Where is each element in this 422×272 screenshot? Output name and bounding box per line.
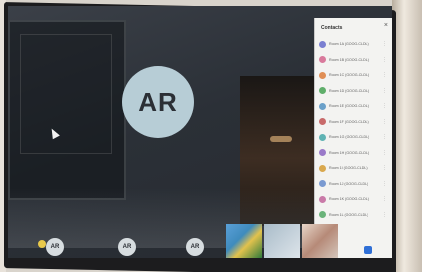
more-options-icon[interactable]: ⋮	[382, 165, 387, 171]
more-options-icon[interactable]: ⋮	[382, 196, 387, 202]
contact-avatar	[319, 164, 326, 172]
meeting-screen: AR Contacts × Room 1A (GOOG-CLDL) ⋮ Room 1…	[8, 6, 392, 258]
more-options-icon[interactable]: ⋮	[382, 150, 387, 156]
main-speaker-initials: AR	[138, 86, 178, 117]
contact-name: Room 1A (GOOG-CLDL)	[329, 42, 369, 46]
contact-avatar	[319, 195, 326, 203]
video-light-spot	[270, 136, 292, 142]
more-options-icon[interactable]: ⋮	[382, 119, 387, 125]
more-options-icon[interactable]: ⋮	[382, 57, 387, 63]
contact-item[interactable]: Room 1C (GOOG-CLDL) ⋮	[319, 69, 389, 81]
contact-item[interactable]: Room 1L (GOOG-CLDL) ⋮	[319, 209, 389, 221]
contact-avatar	[319, 133, 326, 141]
contact-item[interactable]: Room 1J (GOOG-CLDL) ⋮	[319, 178, 389, 190]
contact-avatar	[319, 40, 326, 48]
participant-thumbnail[interactable]: AR	[46, 238, 64, 256]
contact-name: Room 1F (GOOG-CLDL)	[329, 119, 369, 124]
contact-item[interactable]: Room 1D (GOOG-CLDL) ⋮	[319, 85, 389, 97]
contact-item[interactable]: Room 1G (GOOG-CLDL) ⋮	[319, 131, 389, 143]
close-icon[interactable]: ×	[384, 22, 388, 29]
participant-thumbnail[interactable]: AR	[186, 238, 204, 256]
contact-name: Room 1D (GOOG-CLDL)	[329, 88, 370, 93]
contact-name: Room 1L (GOOG-CLDL)	[329, 212, 369, 217]
more-options-icon[interactable]: ⋮	[382, 41, 387, 47]
more-options-icon[interactable]: ⋮	[382, 212, 387, 218]
status-dot	[38, 240, 46, 248]
participant-initials: AR	[50, 244, 60, 250]
contact-avatar	[319, 149, 326, 156]
screen-reflection	[8, 20, 126, 200]
contact-avatar	[319, 56, 326, 63]
participant-initials: AR	[190, 244, 200, 250]
contact-avatar	[319, 87, 326, 94]
contact-name: Room 1I (GOOG-CLDL)	[329, 166, 368, 170]
contact-avatar	[319, 118, 326, 125]
contact-item[interactable]: Room 1I (GOOG-CLDL) ⋮	[319, 162, 389, 174]
more-options-icon[interactable]: ⋮	[382, 134, 387, 140]
main-speaker-avatar: AR	[122, 66, 194, 138]
contact-name: Room 1E (GOOG-CLDL)	[329, 104, 369, 108]
contact-item[interactable]: Room 1K (GOOG-CLDL) ⋮	[319, 193, 389, 205]
contact-avatar	[319, 102, 326, 110]
participant-video-thumbnail[interactable]	[264, 224, 300, 258]
contact-name: Room 1J (GOOG-CLDL)	[329, 181, 369, 186]
contact-name: Room 1B (GOOG-CLDL)	[329, 57, 369, 62]
contacts-title: Contacts	[321, 25, 343, 31]
contact-name: Room 1K (GOOG-CLDL)	[329, 197, 369, 201]
more-options-icon[interactable]: ⋮	[382, 181, 387, 187]
more-options-icon[interactable]: ⋮	[382, 72, 387, 78]
more-options-icon[interactable]: ⋮	[382, 88, 387, 94]
contact-item[interactable]: Room 1F (GOOG-CLDL) ⋮	[319, 116, 389, 128]
contact-name: Room 1C (GOOG-CLDL)	[329, 73, 370, 77]
contact-item[interactable]: Room 1H (GOOG-CLDL) ⋮	[319, 147, 389, 159]
contact-avatar	[319, 71, 326, 79]
contact-name: Room 1G (GOOG-CLDL)	[329, 135, 370, 139]
contact-item[interactable]: Room 1A (GOOG-CLDL) ⋮	[319, 38, 389, 50]
participant-strip: AR AR AR	[8, 224, 392, 258]
participant-initials: AR	[122, 244, 132, 250]
taskbar-app-icon[interactable]	[364, 246, 372, 254]
contact-item[interactable]: Room 1B (GOOG-CLDL) ⋮	[319, 54, 389, 66]
screen-reflection-inner	[20, 34, 112, 154]
contacts-panel: Contacts × Room 1A (GOOG-CLDL) ⋮ Room 1B (…	[314, 18, 392, 258]
participant-thumbnail[interactable]: AR	[118, 238, 136, 256]
contact-item[interactable]: Room 1E (GOOG-CLDL) ⋮	[319, 100, 389, 112]
participant-video-thumbnail[interactable]	[302, 224, 338, 258]
contact-avatar	[319, 180, 326, 187]
more-options-icon[interactable]: ⋮	[382, 103, 387, 109]
contact-name: Room 1H (GOOG-CLDL)	[329, 150, 370, 155]
participant-video-thumbnail[interactable]	[226, 224, 262, 258]
contact-avatar	[319, 211, 326, 218]
background-wall-right	[392, 0, 422, 272]
